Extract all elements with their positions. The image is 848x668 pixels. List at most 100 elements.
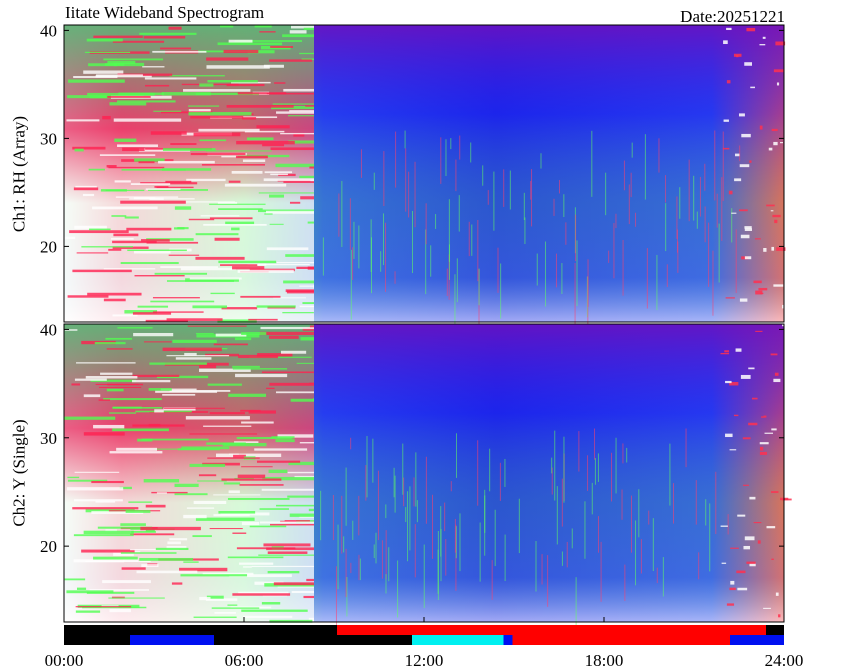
noise-streak: [168, 254, 200, 256]
noise-streak: [722, 147, 730, 150]
noise-spike: [656, 567, 658, 584]
noise-streak: [134, 275, 185, 277]
noise-streak: [291, 590, 314, 594]
noise-spike: [626, 447, 628, 463]
noise-streak: [221, 155, 238, 158]
status-segment: [412, 635, 504, 645]
noise-streak: [271, 436, 295, 439]
noise-streak: [189, 433, 258, 435]
noise-spike: [712, 250, 714, 316]
noise-streak: [758, 287, 768, 291]
noise-streak: [737, 587, 748, 591]
noise-spike: [540, 153, 542, 169]
noise-streak: [762, 36, 766, 39]
noise-streak: [275, 439, 295, 443]
noise-streak: [68, 79, 125, 83]
noise-spike: [561, 551, 563, 566]
noise-streak: [120, 200, 186, 204]
noise-spike: [468, 221, 470, 257]
noise-streak: [67, 295, 109, 298]
status-segment: [64, 635, 130, 645]
noise-streak: [286, 290, 314, 294]
noise-streak: [100, 189, 127, 192]
noise-streak: [235, 155, 268, 159]
noise-streak: [110, 237, 134, 240]
noise-spike: [332, 494, 334, 541]
noise-spike: [541, 554, 543, 585]
noise-spike: [648, 510, 650, 525]
noise-spike: [561, 263, 563, 294]
noise-spike: [482, 165, 484, 186]
noise-streak: [116, 100, 176, 103]
noise-streak: [242, 117, 257, 120]
noise-streak: [275, 163, 314, 168]
noise-streak: [289, 110, 314, 112]
noise-streak: [144, 77, 197, 80]
noise-streak: [743, 545, 751, 550]
noise-streak: [205, 598, 238, 601]
noise-spike: [672, 483, 674, 524]
noise-streak: [170, 143, 197, 145]
noise-streak: [103, 298, 126, 302]
noise-streak: [106, 388, 124, 392]
noise-streak: [259, 521, 314, 524]
noise-streak: [280, 350, 307, 354]
y-tick-label: 20: [40, 537, 57, 556]
noise-spike: [593, 428, 595, 460]
noise-streak: [775, 592, 779, 596]
noise-streak: [744, 256, 752, 260]
noise-streak: [303, 27, 314, 30]
noise-streak: [203, 425, 252, 427]
noise-streak: [108, 597, 165, 599]
noise-streak: [121, 567, 146, 570]
noise-spike: [430, 245, 432, 277]
noise-streak: [313, 398, 314, 401]
noise-spike: [383, 213, 385, 266]
noise-streak: [207, 80, 258, 83]
noise-spike: [425, 203, 427, 245]
noise-streak: [249, 525, 287, 528]
noise-streak: [207, 457, 260, 459]
noise-spike: [471, 224, 473, 256]
noise-streak: [260, 326, 314, 330]
noise-streak: [183, 514, 207, 519]
noise-streak: [269, 382, 314, 386]
noise-spike: [455, 159, 457, 192]
noise-spike: [358, 495, 360, 536]
noise-streak: [161, 168, 212, 171]
noise-spike: [499, 462, 501, 501]
noise-streak: [145, 84, 170, 87]
noise-spike: [624, 564, 626, 601]
noise-streak: [217, 42, 283, 46]
noise-streak: [734, 178, 742, 182]
noise-streak: [168, 26, 182, 30]
noise-spike: [383, 151, 385, 207]
noise-streak: [239, 484, 284, 486]
noise-spike: [630, 495, 632, 553]
noise-streak: [130, 533, 175, 536]
noise-streak: [210, 292, 235, 295]
noise-spike: [714, 130, 716, 201]
noise-streak: [93, 556, 138, 560]
noise-spike: [444, 502, 446, 532]
noise-streak: [183, 561, 199, 563]
noise-streak: [258, 554, 314, 556]
noise-streak: [75, 185, 97, 188]
noise-spike: [404, 130, 406, 149]
noise-streak: [289, 30, 307, 34]
noise-streak: [766, 204, 775, 207]
noise-spike: [440, 137, 442, 184]
noise-spike: [409, 486, 411, 551]
noise-spike: [450, 138, 452, 150]
noise-spike: [365, 465, 367, 501]
noise-streak: [152, 297, 200, 299]
noise-spike: [631, 142, 633, 158]
noise-spike: [536, 253, 538, 286]
noise-streak: [773, 141, 778, 146]
noise-streak: [779, 142, 784, 144]
noise-spike: [715, 471, 717, 535]
noise-streak: [74, 378, 107, 381]
noise-streak: [94, 342, 126, 345]
noise-streak: [174, 206, 192, 210]
noise-spike: [385, 530, 387, 580]
